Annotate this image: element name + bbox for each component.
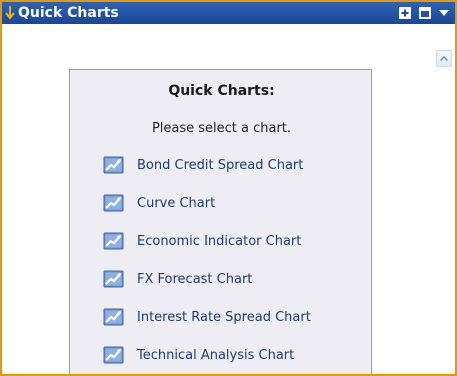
- chart-icon: [103, 194, 124, 212]
- chart-link-item[interactable]: Technical Analysis Chart: [103, 344, 294, 366]
- chart-icon: [103, 156, 124, 174]
- chevron-up-icon: [439, 55, 449, 62]
- chart-icon: [103, 232, 124, 250]
- chart-link-label[interactable]: Economic Indicator Chart: [137, 234, 301, 249]
- add-icon[interactable]: [399, 7, 411, 19]
- scroll-up-button[interactable]: [436, 50, 452, 67]
- chart-link-item[interactable]: Bond Credit Spread Chart: [103, 154, 303, 176]
- chart-link-item[interactable]: Curve Chart: [103, 192, 215, 214]
- chart-link-item[interactable]: Economic Indicator Chart: [103, 230, 301, 252]
- chart-link-item[interactable]: Interest Rate Spread Chart: [103, 306, 311, 328]
- chart-icon: [103, 308, 124, 326]
- quick-charts-panel: Quick Charts Quick Charts: Please select…: [0, 0, 457, 376]
- chart-link-item[interactable]: FX Forecast Chart: [103, 268, 252, 290]
- chart-link-label[interactable]: FX Forecast Chart: [137, 272, 252, 287]
- quick-charts-heading: Quick Charts:: [168, 83, 275, 99]
- collapse-arrow-icon[interactable]: [5, 5, 15, 20]
- select-chart-instruction: Please select a chart.: [151, 121, 292, 136]
- chart-link-label[interactable]: Technical Analysis Chart: [137, 348, 294, 363]
- vertical-scrollbar[interactable]: [436, 30, 453, 374]
- chart-icon: [103, 270, 124, 288]
- panel-title: Quick Charts: [18, 5, 119, 21]
- chart-icon: [103, 346, 124, 364]
- chart-link-label[interactable]: Interest Rate Spread Chart: [137, 310, 311, 325]
- panel-titlebar: Quick Charts: [2, 2, 455, 24]
- chart-link-label[interactable]: Bond Credit Spread Chart: [137, 158, 303, 173]
- maximize-icon[interactable]: [419, 7, 431, 19]
- chart-link-label[interactable]: Curve Chart: [137, 196, 215, 211]
- quick-charts-box: Quick Charts: Please select a chart. Bon…: [69, 69, 372, 374]
- menu-dropdown-icon[interactable]: [438, 7, 450, 19]
